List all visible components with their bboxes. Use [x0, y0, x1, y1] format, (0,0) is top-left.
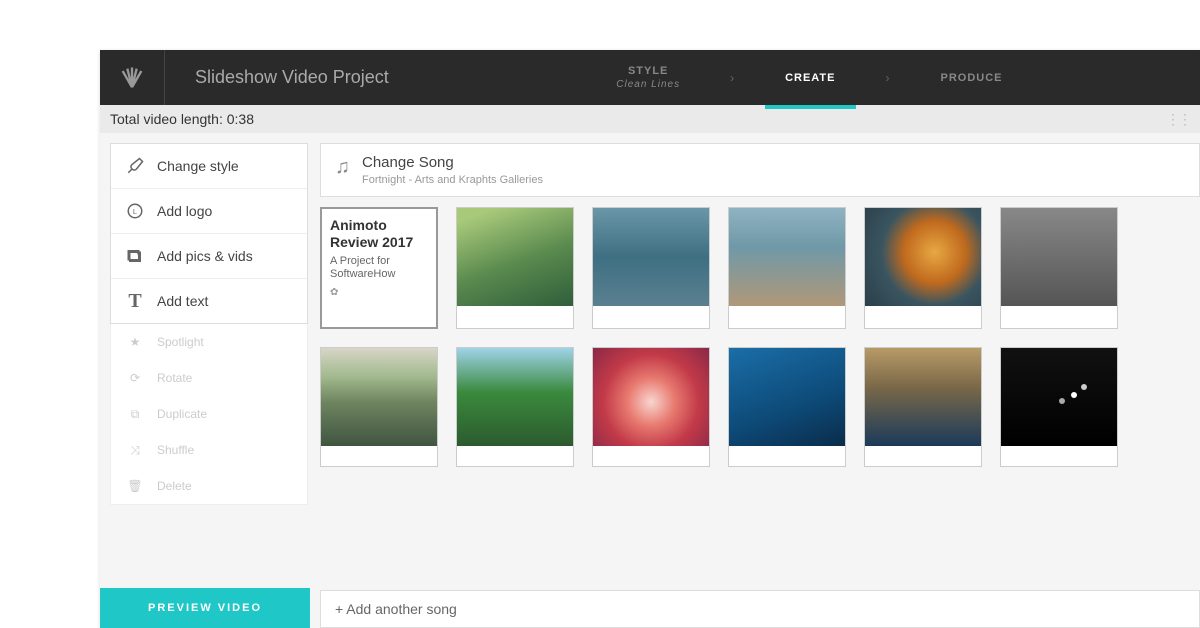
- slide-thumbnail: [457, 348, 573, 446]
- step-produce[interactable]: PRODUCE: [921, 50, 1023, 105]
- slide-card[interactable]: [864, 347, 982, 467]
- app-logo[interactable]: [100, 50, 165, 105]
- main-area: ♫ Change Song Fortnight - Arts and Kraph…: [320, 143, 1200, 628]
- change-song-header[interactable]: ♫ Change Song Fortnight - Arts and Kraph…: [320, 143, 1200, 197]
- slide-card[interactable]: [456, 347, 574, 467]
- video-length-bar: Total video length: 0:38 ⋮⋮: [100, 105, 1200, 133]
- workflow-steps: STYLE Clean Lines › CREATE › PRODUCE: [419, 50, 1200, 105]
- slide-thumbnail: [865, 348, 981, 446]
- step-style[interactable]: STYLE Clean Lines: [596, 50, 700, 105]
- spotlight-button: ★ Spotlight: [111, 324, 307, 360]
- slide-grid: Animoto Review 2017 A Project for Softwa…: [320, 207, 1200, 477]
- step-label: PRODUCE: [941, 72, 1003, 84]
- slide-card[interactable]: [456, 207, 574, 329]
- slide-thumbnail: [457, 208, 573, 306]
- add-logo-button[interactable]: L Add logo: [111, 189, 307, 234]
- tool-label: Delete: [157, 479, 192, 493]
- pics-icon: [125, 246, 145, 266]
- svg-text:L: L: [133, 207, 137, 216]
- tool-label: Duplicate: [157, 407, 207, 421]
- slide-thumbnail: [593, 208, 709, 306]
- tool-label: Change style: [157, 158, 239, 174]
- rotate-icon: ⟳: [125, 368, 145, 388]
- tool-label: Shuffle: [157, 443, 194, 457]
- chevron-right-icon: ›: [886, 71, 891, 85]
- add-pics-vids-button[interactable]: Add pics & vids: [111, 234, 307, 279]
- slide-card[interactable]: [320, 347, 438, 467]
- shuffle-icon: ⤨: [125, 440, 145, 460]
- preview-video-button[interactable]: PREVIEW VIDEO: [100, 588, 310, 628]
- gear-icon[interactable]: ✿: [330, 287, 428, 298]
- slide-card[interactable]: [592, 347, 710, 467]
- text-slide-subtitle: A Project for SoftwareHow: [330, 255, 428, 281]
- change-style-button[interactable]: Change style: [111, 144, 307, 189]
- tool-label: Spotlight: [157, 335, 204, 349]
- header-bar: Slideshow Video Project STYLE Clean Line…: [100, 50, 1200, 105]
- step-sublabel: Clean Lines: [616, 79, 680, 90]
- sidebar-disabled-tools: ★ Spotlight ⟳ Rotate ⧉ Duplicate ⤨ Shuff…: [110, 324, 308, 505]
- slide-thumbnail: [1001, 348, 1117, 446]
- music-note-icon: ♫: [335, 156, 350, 179]
- delete-button: 🗑 Delete: [111, 468, 307, 504]
- slide-card[interactable]: [1000, 347, 1118, 467]
- slide-thumbnail: [593, 348, 709, 446]
- slide-thumbnail: [729, 208, 845, 306]
- text-slide-card[interactable]: Animoto Review 2017 A Project for Softwa…: [320, 207, 438, 329]
- slide-thumbnail: [1001, 208, 1117, 306]
- rotate-button: ⟳ Rotate: [111, 360, 307, 396]
- project-title: Slideshow Video Project: [165, 67, 419, 88]
- song-text: Change Song Fortnight - Arts and Kraphts…: [362, 154, 543, 186]
- add-another-song-button[interactable]: + Add another song: [320, 590, 1200, 628]
- body: Change style L Add logo Add pics & vids …: [100, 133, 1200, 628]
- drag-handle-icon[interactable]: ⋮⋮: [1166, 112, 1190, 126]
- text-icon: T: [125, 291, 145, 311]
- tool-label: Rotate: [157, 371, 192, 385]
- shuffle-button: ⤨ Shuffle: [111, 432, 307, 468]
- song-subtitle: Fortnight - Arts and Kraphts Galleries: [362, 174, 543, 186]
- tool-label: Add pics & vids: [157, 248, 253, 264]
- star-icon: ★: [125, 332, 145, 352]
- slide-thumbnail: [321, 348, 437, 446]
- slide-card[interactable]: [728, 207, 846, 329]
- tool-label: Add logo: [157, 203, 212, 219]
- tool-label: Add text: [157, 293, 208, 309]
- text-slide-content: Animoto Review 2017 A Project for Softwa…: [322, 209, 436, 327]
- slide-card[interactable]: [728, 347, 846, 467]
- brush-icon: [125, 156, 145, 176]
- step-create[interactable]: CREATE: [765, 50, 855, 105]
- add-song-label: + Add another song: [335, 601, 457, 617]
- logo-circle-icon: L: [125, 201, 145, 221]
- video-length-label: Total video length: 0:38: [110, 111, 254, 127]
- slide-card[interactable]: [1000, 207, 1118, 329]
- duplicate-icon: ⧉: [125, 404, 145, 424]
- trash-icon: 🗑: [125, 476, 145, 496]
- sidebar: Change style L Add logo Add pics & vids …: [110, 143, 308, 628]
- duplicate-button: ⧉ Duplicate: [111, 396, 307, 432]
- preview-label: PREVIEW VIDEO: [148, 602, 262, 614]
- song-title: Change Song: [362, 154, 543, 171]
- text-slide-title: Animoto Review 2017: [330, 217, 428, 251]
- app-window: Slideshow Video Project STYLE Clean Line…: [100, 50, 1200, 628]
- sidebar-tools: Change style L Add logo Add pics & vids …: [110, 143, 308, 324]
- step-label: STYLE: [616, 65, 680, 77]
- step-label: CREATE: [785, 72, 835, 84]
- slide-thumbnail: [865, 208, 981, 306]
- slide-card[interactable]: [592, 207, 710, 329]
- add-text-button[interactable]: T Add text: [111, 279, 307, 323]
- slide-thumbnail: [729, 348, 845, 446]
- slide-card[interactable]: [864, 207, 982, 329]
- chevron-right-icon: ›: [730, 71, 735, 85]
- fan-icon: [118, 64, 146, 92]
